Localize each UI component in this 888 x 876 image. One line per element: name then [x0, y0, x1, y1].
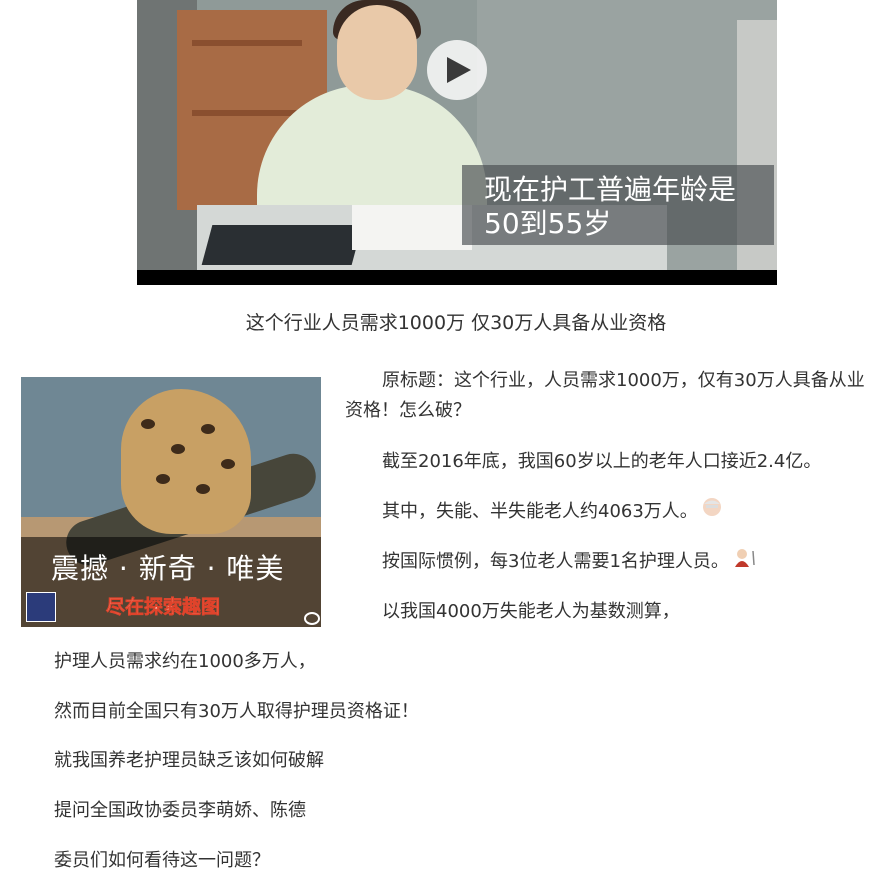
ad-title: 震撼 · 新奇 · 唯美: [51, 552, 285, 585]
video-player[interactable]: 现在护工普遍年龄是 50到55岁: [137, 0, 777, 285]
jaguar-spot: [201, 424, 215, 434]
paragraph-question: 就我国养老护理员缺乏该如何破解: [54, 750, 324, 771]
video-scene-shelf-board: [192, 110, 302, 116]
ad-banner[interactable]: 震撼 · 新奇 · 唯美 尽在探索趣图: [21, 377, 321, 627]
paragraph-ratio: 按国际惯例，每3位老人需要1名护理人员。: [382, 547, 759, 577]
play-button[interactable]: [427, 40, 487, 100]
elderly-face-emoji-icon: [702, 497, 722, 527]
paragraph-original-title-line1: 原标题：这个行业，人员需求1000万，仅有30万人具备从业: [382, 370, 865, 391]
paragraph-demand: 护理人员需求约在1000多万人，: [54, 651, 316, 672]
ad-scene-jaguar: [121, 389, 251, 534]
video-scene-shelf-board: [192, 40, 302, 46]
paragraph-disabled-elders: 其中，失能、半失能老人约4063万人。: [382, 497, 722, 527]
paragraph-calculation: 以我国4000万失能老人为基数测算，: [382, 601, 680, 622]
video-scene-keyboard: [201, 225, 363, 265]
paragraph-disabled-elders-text: 其中，失能、半失能老人约4063万人。: [382, 501, 698, 522]
ad-subtitle: 尽在探索趣图: [106, 596, 221, 619]
ad-logo-icon: [26, 592, 56, 622]
video-subtitle: 现在护工普遍年龄是 50到55岁: [462, 165, 774, 245]
paragraph-ratio-text: 按国际惯例，每3位老人需要1名护理人员。: [382, 551, 729, 572]
elderly-woman-emoji-icon: [733, 547, 759, 577]
jaguar-spot: [171, 444, 185, 454]
video-subtitle-line2: 50到55岁: [484, 207, 612, 240]
jaguar-spot: [221, 459, 235, 469]
paragraph-view: 委员们如何看待这一问题？: [54, 850, 270, 871]
jaguar-spot: [156, 474, 170, 484]
play-icon: [447, 57, 471, 83]
paragraph-population: 截至2016年底，我国60岁以上的老年人口接近2.4亿。: [382, 451, 822, 472]
video-control-bar: [137, 270, 777, 285]
video-scene-paper: [352, 205, 472, 250]
jaguar-spot: [141, 419, 155, 429]
article-headline: 这个行业人员需求1000万 仅30万人具备从业资格: [245, 312, 667, 334]
paragraph-certified: 然而目前全国只有30万人取得护理员资格证！: [54, 701, 419, 722]
weibo-icon: [304, 612, 320, 625]
paragraph-original-title-line2: 资格！怎么破？: [345, 400, 471, 421]
video-subtitle-line1: 现在护工普遍年龄是: [484, 173, 737, 206]
paragraph-committee: 提问全国政协委员李萌娇、陈德: [54, 800, 306, 821]
jaguar-spot: [196, 484, 210, 494]
video-scene-face: [337, 5, 417, 100]
